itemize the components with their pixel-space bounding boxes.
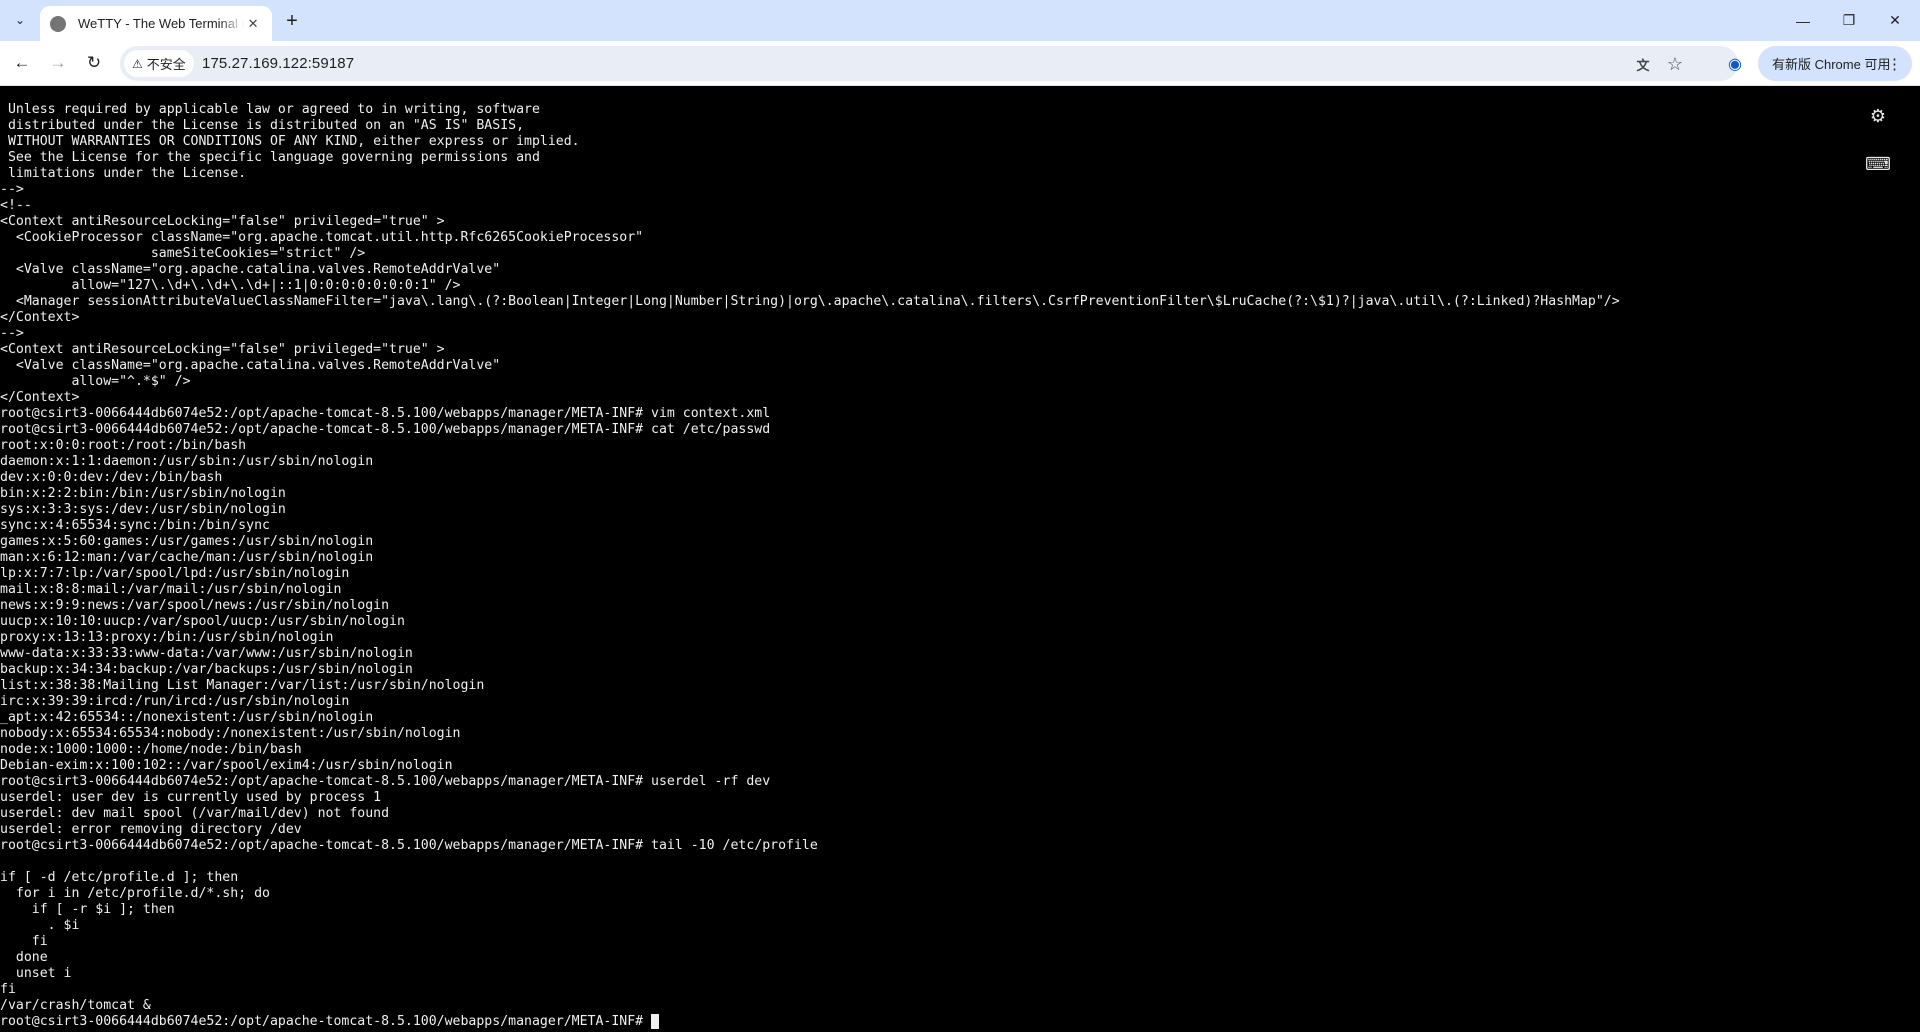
keyboard-icon[interactable]: ⌨ xyxy=(1865,152,1891,176)
terminal-cursor xyxy=(651,1014,660,1029)
restore-button[interactable]: ❐ xyxy=(1826,0,1872,41)
tab-favicon-icon xyxy=(50,15,66,32)
profile-icon[interactable]: ◉ xyxy=(1720,49,1750,79)
terminal-line: See the License for the specific languag… xyxy=(0,150,540,165)
terminal-line: fi xyxy=(0,934,48,949)
terminal-line: root@csirt3-0066444db6074e52:/opt/apache… xyxy=(0,422,771,437)
close-window-button[interactable]: ✕ xyxy=(1872,0,1918,41)
terminal-line: </Context> xyxy=(0,310,80,325)
terminal-line: userdel: user dev is currently used by p… xyxy=(0,790,382,805)
terminal-line: node:x:1000:1000::/home/node:/bin/bash xyxy=(0,742,302,757)
terminal-line: <Manager sessionAttributeValueClassNameF… xyxy=(0,294,1620,309)
tab-close-icon[interactable]: ✕ xyxy=(244,15,262,33)
terminal-line: --> xyxy=(0,326,24,341)
terminal-line: root@csirt3-0066444db6074e52:/opt/apache… xyxy=(0,838,818,853)
address-bar[interactable]: ⚠ 不安全 175.27.169.122:59187 文 ☆ xyxy=(120,46,1738,81)
terminal-line: sys:x:3:3:sys:/dev:/usr/sbin/nologin xyxy=(0,502,286,517)
security-chip[interactable]: ⚠ 不安全 xyxy=(124,50,194,77)
terminal-line: done xyxy=(0,950,48,965)
settings-icon[interactable]: ⚙ xyxy=(1866,104,1890,128)
terminal-line: bin:x:2:2:bin:/bin:/usr/sbin/nologin xyxy=(0,486,286,501)
back-button[interactable]: ← xyxy=(8,49,36,77)
terminal-line: unset i xyxy=(0,966,72,981)
terminal-line: www-data:x:33:33:www-data:/var/www:/usr/… xyxy=(0,646,413,661)
terminal-line: root@csirt3-0066444db6074e52:/opt/apache… xyxy=(0,406,771,421)
terminal-line: man:x:6:12:man:/var/cache/man:/usr/sbin/… xyxy=(0,550,374,565)
terminal-line: userdel: error removing directory /dev xyxy=(0,822,302,837)
terminal-line: fi xyxy=(0,982,16,997)
terminal-line: proxy:x:13:13:proxy:/bin:/usr/sbin/nolog… xyxy=(0,630,334,645)
terminal-line: <!-- xyxy=(0,198,32,213)
terminal-line: root@csirt3-0066444db6074e52:/opt/apache… xyxy=(0,774,771,789)
url-text[interactable]: 175.27.169.122:59187 xyxy=(202,46,354,81)
terminal-line: uucp:x:10:10:uucp:/var/spool/uucp:/usr/s… xyxy=(0,614,405,629)
terminal-line: if [ -d /etc/profile.d ]; then xyxy=(0,870,239,885)
minimize-button[interactable]: — xyxy=(1780,0,1826,41)
tab-search-icon[interactable]: ⌄ xyxy=(8,8,32,32)
star-icon[interactable]: ☆ xyxy=(1662,51,1688,77)
terminal-line: irc:x:39:39:ircd:/run/ircd:/usr/sbin/nol… xyxy=(0,694,350,709)
terminal-line: nobody:x:65534:65534:nobody:/nonexistent… xyxy=(0,726,461,741)
browser-toolbar: ← → ↻ ⚠ 不安全 175.27.169.122:59187 文 ☆ ◉ 有… xyxy=(0,41,1920,86)
terminal-line: <Valve className="org.apache.catalina.va… xyxy=(0,262,501,277)
terminal-line: games:x:5:60:games:/usr/games:/usr/sbin/… xyxy=(0,534,374,549)
reload-button[interactable]: ↻ xyxy=(80,49,108,77)
forward-button[interactable]: → xyxy=(44,49,72,77)
terminal-line: <Valve className="org.apache.catalina.va… xyxy=(0,358,501,373)
terminal-line: sameSiteCookies="strict" /> xyxy=(0,246,366,261)
terminal-line: news:x:9:9:news:/var/spool/news:/usr/sbi… xyxy=(0,598,390,613)
terminal-line: daemon:x:1:1:daemon:/usr/sbin:/usr/sbin/… xyxy=(0,454,374,469)
tab-strip: ⌄ WeTTY - The Web Terminal Emulator ✕ + … xyxy=(0,0,1920,41)
terminal-output: Unless required by applicable law or agr… xyxy=(0,102,1620,1030)
update-label: 有新版 Chrome 可用 xyxy=(1772,57,1891,72)
terminal-prompt: root@csirt3-0066444db6074e52:/opt/apache… xyxy=(0,1014,652,1029)
terminal-line: root:x:0:0:root:/root:/bin/bash xyxy=(0,438,247,453)
chrome-update-button[interactable]: 有新版 Chrome 可用 ⋮ xyxy=(1758,46,1912,81)
terminal-line: <CookieProcessor className="org.apache.t… xyxy=(0,230,644,245)
terminal-line: /var/crash/tomcat & xyxy=(0,998,151,1013)
terminal-line: limitations under the License. xyxy=(0,166,247,181)
terminal-line: lp:x:7:7:lp:/var/spool/lpd:/usr/sbin/nol… xyxy=(0,566,350,581)
terminal-line: --> xyxy=(0,182,24,197)
terminal-line: Unless required by applicable law or agr… xyxy=(0,102,540,117)
kebab-menu-icon[interactable]: ⋮ xyxy=(1887,55,1902,73)
terminal-line: mail:x:8:8:mail:/var/mail:/usr/sbin/nolo… xyxy=(0,582,342,597)
terminal-line: allow="127\.\d+\.\d+\.\d+|::1|0:0:0:0:0:… xyxy=(0,278,461,293)
terminal-line: </Context> xyxy=(0,390,80,405)
terminal-line: sync:x:4:65534:sync:/bin:/bin/sync xyxy=(0,518,270,533)
terminal-line: backup:x:34:34:backup:/var/backups:/usr/… xyxy=(0,662,413,677)
terminal-prompt-line[interactable]: root@csirt3-0066444db6074e52:/opt/apache… xyxy=(0,1014,1620,1030)
security-label: 不安全 xyxy=(146,57,186,72)
terminal-line: if [ -r $i ]; then xyxy=(0,902,175,917)
new-tab-button[interactable]: + xyxy=(280,9,304,33)
terminal-line: allow="^.*$" /> xyxy=(0,374,191,389)
translate-icon[interactable]: 文 xyxy=(1630,51,1656,77)
terminal-line: _apt:x:42:65534::/nonexistent:/usr/sbin/… xyxy=(0,710,374,725)
terminal-viewport[interactable]: Unless required by applicable law or agr… xyxy=(0,86,1920,1032)
terminal-line: WITHOUT WARRANTIES OR CONDITIONS OF ANY … xyxy=(0,134,580,149)
terminal-line: distributed under the License is distrib… xyxy=(0,118,525,133)
terminal-line: userdel: dev mail spool (/var/mail/dev) … xyxy=(0,806,390,821)
terminal-line: . $i xyxy=(0,918,80,933)
terminal-line: dev:x:0:0:dev:/dev:/bin/bash xyxy=(0,470,223,485)
terminal-line: <Context antiResourceLocking="false" pri… xyxy=(0,342,445,357)
terminal-line: list:x:38:38:Mailing List Manager:/var/l… xyxy=(0,678,485,693)
terminal-line: for i in /etc/profile.d/*.sh; do xyxy=(0,886,270,901)
tab-title: WeTTY - The Web Terminal Emulator xyxy=(78,16,244,31)
active-tab[interactable]: WeTTY - The Web Terminal Emulator ✕ xyxy=(40,6,272,41)
terminal-line: Debian-exim:x:100:102::/var/spool/exim4:… xyxy=(0,758,453,773)
terminal-line: <Context antiResourceLocking="false" pri… xyxy=(0,214,445,229)
warning-icon: ⚠ xyxy=(132,56,143,71)
